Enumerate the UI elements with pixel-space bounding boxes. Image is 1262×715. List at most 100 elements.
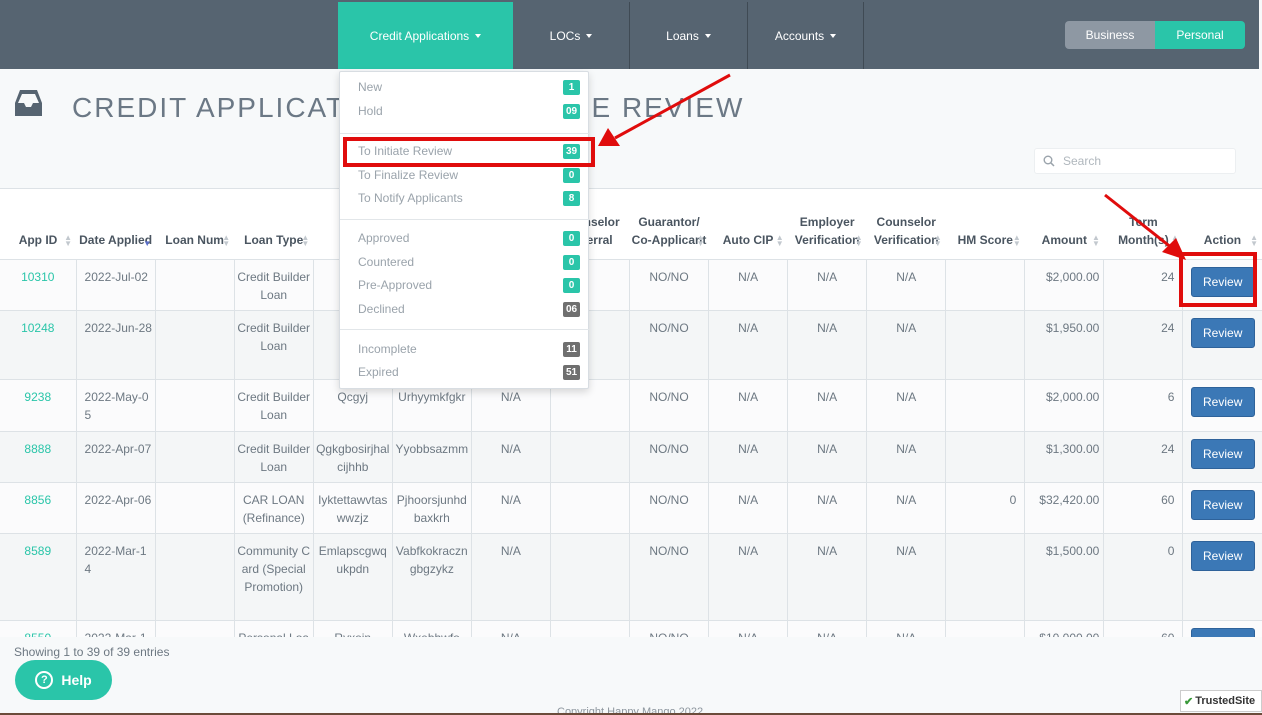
col-header-loan-type[interactable]: Loan Type ▲ ▼ <box>234 189 314 260</box>
review-button[interactable]: Review <box>1190 317 1255 348</box>
col-header-guarantor[interactable]: Guarantor/ Co-Applicant ▲ ▼ <box>629 189 709 260</box>
auto-cip-cell: N/A <box>708 620 789 637</box>
nav-accounts[interactable]: Accounts <box>748 2 864 69</box>
amount-cell: $1,500.00 <box>1024 533 1105 621</box>
menu-item-new[interactable]: New 1 <box>340 76 590 98</box>
col-header-counselor-verification[interactable]: Counselor Verification ▲ ▼ <box>866 189 946 260</box>
col-header-action[interactable]: Action ▲ ▼ <box>1182 189 1262 260</box>
loan-type-cell: Credit Builder Loan <box>234 379 314 432</box>
col-header-auto-cip[interactable]: Auto CIP ▲ ▼ <box>708 189 788 260</box>
personal-toggle-button[interactable]: Personal <box>1155 21 1245 49</box>
loan-type-cell: Credit Builder Loan <box>234 259 314 311</box>
employer-verification-cell: N/A <box>787 259 868 311</box>
col-header-amount[interactable]: Amount ▲ ▼ <box>1024 189 1104 260</box>
review-button[interactable]: Review <box>1190 266 1255 297</box>
col-header-employer-verification[interactable]: Employer Verification ▲ ▼ <box>787 189 867 260</box>
loan-type-cell: Community Card (Special Promotion) <box>234 533 314 621</box>
auto-cip-cell: N/A <box>708 379 789 432</box>
header-label: Employer Verification <box>794 214 860 247</box>
sort-icon: ▲ ▼ <box>854 232 863 248</box>
hm-score-cell: 0 <box>945 482 1026 534</box>
app-id-link[interactable]: 10310 <box>0 259 77 311</box>
app-id-link[interactable]: 9238 <box>0 379 77 432</box>
counselor-referral-cell <box>550 431 630 483</box>
count-badge: 11 <box>563 341 580 357</box>
menu-item-to-notify-applicants[interactable]: To Notify Applicants 8 <box>340 187 590 209</box>
trustedsite-label: TrustedSite <box>1195 695 1256 707</box>
app-id-link[interactable]: 8589 <box>0 533 77 621</box>
menu-item-label: New <box>358 80 383 94</box>
header-label: Auto CIP <box>722 232 774 247</box>
table-row: 102482022-Jun-28Credit Builder LoanNqvjN… <box>0 310 1262 380</box>
table-header-row: App ID ▲ ▼ Date Applied ▼ Loan Num ▲ ▼ Loan T… <box>0 189 1262 260</box>
menu-item-label: Pre-Approved <box>358 278 433 292</box>
menu-item-to-initiate-review[interactable]: To Initiate Review 39 <box>340 140 590 162</box>
name-cell: Ryxoin <box>313 620 393 637</box>
business-toggle-button[interactable]: Business <box>1065 21 1155 49</box>
review-button[interactable]: Review <box>1190 627 1255 637</box>
menu-item-label: Hold <box>358 104 383 118</box>
menu-item-incomplete[interactable]: Incomplete 11 <box>340 338 590 360</box>
menu-item-to-finalize-review[interactable]: To Finalize Review 0 <box>340 164 590 186</box>
nav-credit-applications[interactable]: Credit Applications <box>338 2 513 69</box>
col-header-app-id[interactable]: App ID ▲ ▼ <box>0 189 77 260</box>
name-cell: Wxebhwfo <box>392 620 472 637</box>
table-row: 8888 2022-Apr-07 Credit Builder Loan Qgkgbo… <box>0 431 1262 483</box>
app-id-link[interactable]: 8550 <box>0 620 77 637</box>
sort-icon: ▲ ▼ <box>1171 232 1179 248</box>
loan-type-cell: CAR LOAN (Refinance) <box>234 482 314 534</box>
amount-cell: $1,950.00 <box>1024 310 1105 380</box>
check-icon: ✔ <box>1184 695 1194 708</box>
amount-cell: $1,300.00 <box>1024 431 1105 483</box>
sort-desc-icon: ▼ <box>143 238 152 248</box>
menu-divider <box>340 329 590 330</box>
col-header-loan-num[interactable]: Loan Num ▲ ▼ <box>155 189 235 260</box>
employer-verification-cell: N/A <box>787 620 868 637</box>
col-header-date-applied[interactable]: Date Applied ▼ <box>76 189 156 260</box>
hm-score-cell <box>945 533 1026 621</box>
menu-item-hold[interactable]: Hold 09 <box>340 100 590 122</box>
main-menu: Credit Applications LOCs Loans Accounts <box>338 2 864 69</box>
loan-num-cell <box>155 482 235 534</box>
cell: N/A <box>471 482 551 534</box>
nav-locs[interactable]: LOCs <box>513 2 630 69</box>
sort-icon: ▲ ▼ <box>1250 232 1258 248</box>
menu-item-countered[interactable]: Countered 0 <box>340 251 590 273</box>
menu-divider <box>340 133 590 134</box>
nav-loans[interactable]: Loans <box>630 2 748 69</box>
count-badge: 39 <box>563 143 580 159</box>
menu-item-label: To Finalize Review <box>358 168 459 182</box>
sort-icon: ▲ ▼ <box>775 232 784 248</box>
header-label: Action <box>1203 232 1242 247</box>
review-button[interactable]: Review <box>1190 489 1255 520</box>
count-badge: 8 <box>563 190 580 206</box>
loan-num-cell <box>155 310 235 380</box>
menu-item-declined[interactable]: Declined 06 <box>340 298 590 320</box>
app-id-link[interactable]: 10248 <box>0 310 77 380</box>
menu-item-label: Expired <box>358 365 399 379</box>
review-button[interactable]: Review <box>1190 438 1255 469</box>
chevron-down-icon <box>475 33 482 38</box>
table-row: 8589 2022-Mar-14 Community Card (Special P… <box>0 533 1262 621</box>
app-id-link[interactable]: 8856 <box>0 482 77 534</box>
count-badge: 0 <box>563 167 580 183</box>
app-id-link[interactable]: 8888 <box>0 431 77 483</box>
chevron-down-icon <box>704 33 711 38</box>
col-header-hm-score[interactable]: HM Score ▲ ▼ <box>945 189 1025 260</box>
loan-type-cell: Credit Builder Loan <box>234 310 314 380</box>
action-cell: Review <box>1182 620 1262 637</box>
col-header-term[interactable]: Term Month(s) ▲ ▼ <box>1103 189 1183 260</box>
menu-item-expired[interactable]: Expired 51 <box>340 361 590 383</box>
counselor-verification-cell: N/A <box>866 620 947 637</box>
menu-item-pre-approved[interactable]: Pre-Approved 0 <box>340 274 590 296</box>
menu-item-approved[interactable]: Approved 0 <box>340 227 590 249</box>
trustedsite-badge[interactable]: ✔ TrustedSite <box>1180 690 1262 712</box>
help-button[interactable]: ? Help <box>15 660 112 700</box>
loan-num-cell <box>155 259 235 311</box>
review-button[interactable]: Review <box>1190 386 1255 417</box>
review-button[interactable]: Review <box>1190 540 1255 571</box>
search-input[interactable] <box>1063 154 1223 168</box>
question-icon: ? <box>35 671 54 689</box>
loan-num-cell <box>155 620 235 637</box>
guarantor-cell: NO/NO <box>629 259 710 311</box>
